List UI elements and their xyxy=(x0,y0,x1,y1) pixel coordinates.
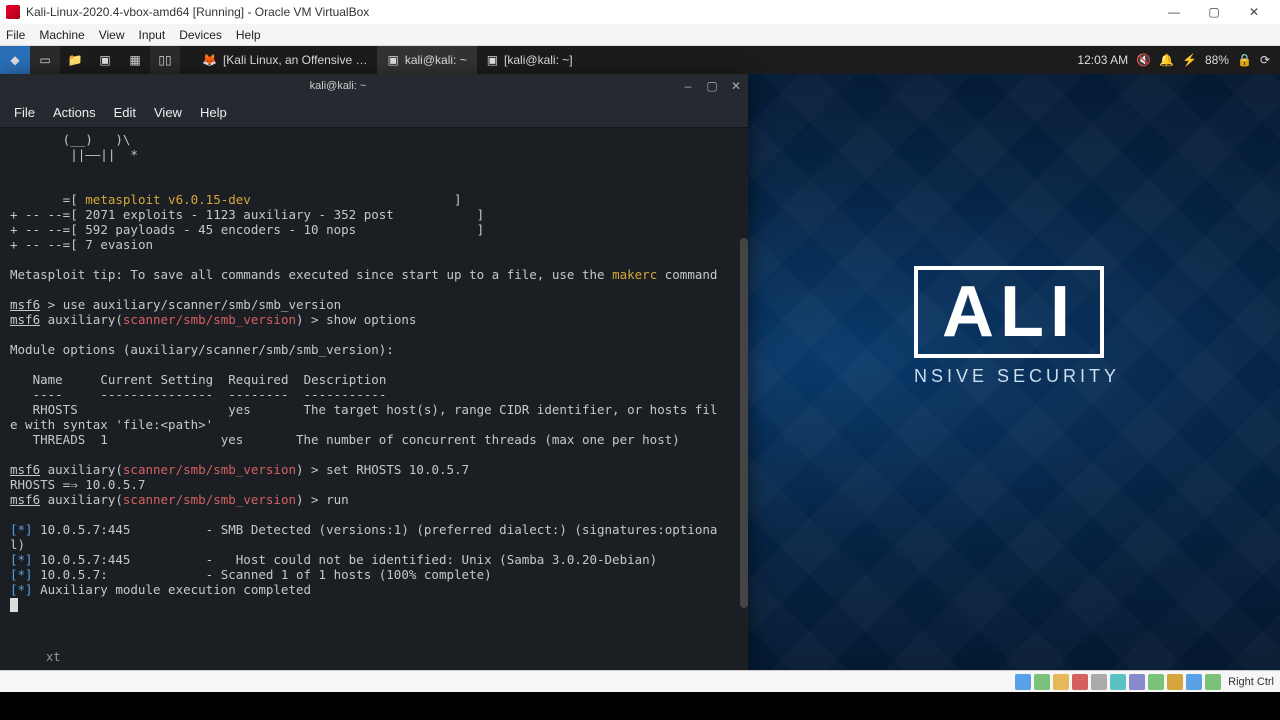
terminal-title: kali@kali: ~ xyxy=(0,80,676,92)
host-key-label: Right Ctrl xyxy=(1228,676,1274,688)
kali-logo: ALI NSIVE SECURITY xyxy=(914,266,1120,387)
status-clipboard-icon[interactable] xyxy=(1148,674,1164,690)
clock[interactable]: 12:03 AM xyxy=(1077,53,1128,67)
status-rec-icon[interactable] xyxy=(1186,674,1202,690)
terminal-cursor xyxy=(10,598,18,612)
vbox-icon xyxy=(6,5,20,19)
task-label: kali@kali: ~ xyxy=(405,53,467,67)
guest-desktop: ALI NSIVE SECURITY ◆ ▭ 📁 ▣ ▦ ▯▯ 🦊 [Kali … xyxy=(0,46,1280,670)
terminal-maximize-button[interactable]: ▢ xyxy=(700,79,724,93)
status-dnd-icon[interactable] xyxy=(1167,674,1183,690)
vbox-title: Kali-Linux-2020.4-vbox-amd64 [Running] -… xyxy=(26,5,369,19)
vbox-menu-input[interactable]: Input xyxy=(139,28,166,42)
terminal-close-button[interactable]: ✕ xyxy=(724,79,748,93)
terminal-minimize-button[interactable]: – xyxy=(676,79,700,93)
show-desktop-button[interactable]: ▭ xyxy=(30,46,60,74)
terminal-menu-help[interactable]: Help xyxy=(200,105,227,120)
terminal-window: kali@kali: ~ – ▢ ✕ File Actions Edit Vie… xyxy=(0,74,748,670)
status-display-icon[interactable] xyxy=(1110,674,1126,690)
window-maximize-button[interactable]: ▢ xyxy=(1194,0,1234,24)
refresh-icon[interactable]: ⟳ xyxy=(1260,53,1270,67)
kali-logo-text: ALI xyxy=(942,276,1076,348)
firefox-icon: 🦊 xyxy=(202,53,217,67)
vbox-menu-machine[interactable]: Machine xyxy=(39,28,84,42)
terminal-menu-edit[interactable]: Edit xyxy=(114,105,136,120)
status-optical-icon[interactable] xyxy=(1034,674,1050,690)
vbox-menubar: File Machine View Input Devices Help xyxy=(0,24,1280,46)
notifications-icon[interactable]: 🔔 xyxy=(1159,53,1174,67)
letterbox-bottom xyxy=(0,692,1280,720)
terminal-menu-actions[interactable]: Actions xyxy=(53,105,96,120)
terminal-menubar: File Actions Edit View Help xyxy=(0,98,748,128)
status-usb-icon[interactable] xyxy=(1053,674,1069,690)
status-shared-icon[interactable] xyxy=(1091,674,1107,690)
taskbar-item-firefox[interactable]: 🦊 [Kali Linux, an Offensive … xyxy=(192,46,377,74)
system-tray: 12:03 AM 🔇 🔔 ⚡ 88% 🔒 ⟳ xyxy=(1067,53,1280,67)
xfce-panel: ◆ ▭ 📁 ▣ ▦ ▯▯ 🦊 [Kali Linux, an Offensive… xyxy=(0,46,1280,74)
terminal-menu-view[interactable]: View xyxy=(154,105,182,120)
vbox-menu-help[interactable]: Help xyxy=(236,28,261,42)
terminal-icon: ▣ xyxy=(387,53,398,67)
terminal-icon: ▣ xyxy=(487,53,498,67)
status-disk-icon[interactable] xyxy=(1015,674,1031,690)
vbox-menu-view[interactable]: View xyxy=(99,28,125,42)
task-label: [Kali Linux, an Offensive … xyxy=(223,53,368,67)
lock-icon[interactable]: 🔒 xyxy=(1237,53,1252,67)
status-net-icon[interactable] xyxy=(1072,674,1088,690)
launcher-2[interactable]: ▦ xyxy=(120,46,150,74)
status-cpu-icon[interactable] xyxy=(1205,674,1221,690)
taskbar-item-terminal-active[interactable]: ▣ kali@kali: ~ xyxy=(377,46,476,74)
files-button[interactable]: 📁 xyxy=(60,46,90,74)
vbox-menu-devices[interactable]: Devices xyxy=(179,28,222,42)
volume-icon[interactable]: 🔇 xyxy=(1136,53,1151,67)
vbox-titlebar: Kali-Linux-2020.4-vbox-amd64 [Running] -… xyxy=(0,0,1280,24)
power-icon[interactable]: ⚡ xyxy=(1182,53,1197,67)
app-menu-button[interactable]: ◆ xyxy=(0,46,30,74)
window-close-button[interactable]: ✕ xyxy=(1234,0,1274,24)
terminal-menu-file[interactable]: File xyxy=(14,105,35,120)
vbox-menu-file[interactable]: File xyxy=(6,28,25,42)
workspace-switcher[interactable]: ▯▯ xyxy=(150,46,180,74)
terminal-scrollbar[interactable] xyxy=(740,238,748,608)
vbox-statusbar: Right Ctrl xyxy=(0,670,1280,692)
task-label: [kali@kali: ~] xyxy=(504,53,573,67)
status-audio-icon[interactable] xyxy=(1129,674,1145,690)
battery-percent[interactable]: 88% xyxy=(1205,53,1229,67)
window-minimize-button[interactable]: — xyxy=(1154,0,1194,24)
terminal-output[interactable]: (__) )\ ||——|| * =[ metasploit v6.0.15-d… xyxy=(0,128,748,648)
taskbar-item-terminal-2[interactable]: ▣ [kali@kali: ~] xyxy=(477,46,583,74)
terminal-titlebar[interactable]: kali@kali: ~ – ▢ ✕ xyxy=(0,74,748,98)
kali-logo-tagline: NSIVE SECURITY xyxy=(914,366,1120,387)
terminal-launcher[interactable]: ▣ xyxy=(90,46,120,74)
terminal-footer: xt xyxy=(0,648,748,670)
